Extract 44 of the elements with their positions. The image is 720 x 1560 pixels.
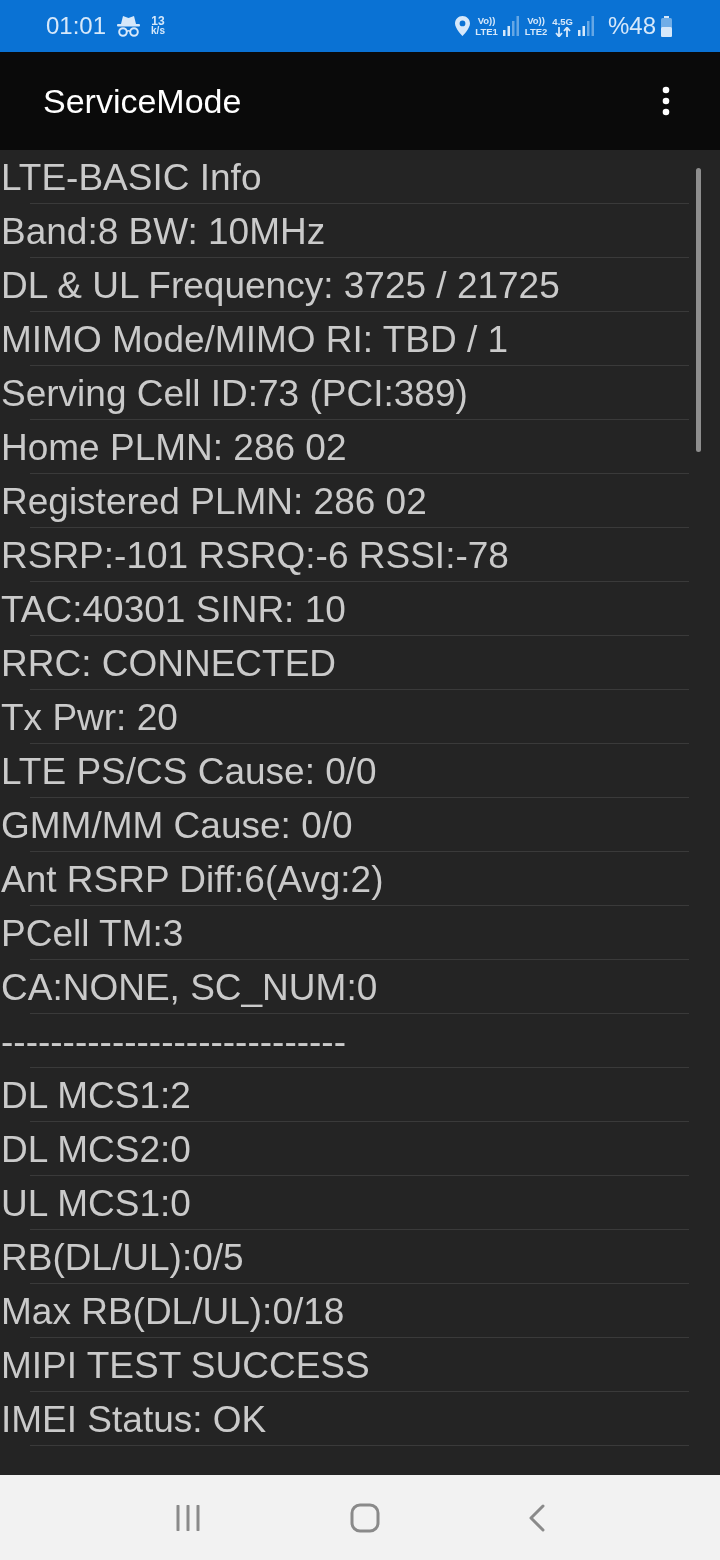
- info-text: ----------------------------: [0, 1020, 346, 1063]
- info-text: IMEI Status: OK: [0, 1398, 267, 1441]
- info-text: MIPI TEST SUCCESS: [0, 1344, 370, 1387]
- volte-text: Vo)): [477, 15, 496, 26]
- home-icon[interactable]: [350, 1502, 380, 1533]
- location-pin-icon: [455, 16, 471, 36]
- volte-text: Vo)): [527, 15, 545, 26]
- app-title: ServiceMode: [43, 81, 242, 121]
- overflow-menu-icon[interactable]: [662, 86, 670, 116]
- recent-apps-icon[interactable]: [174, 1504, 201, 1531]
- sim-label: LTE2: [524, 26, 548, 37]
- info-text: LTE-BASIC Info: [0, 156, 262, 199]
- info-text: Tx Pwr: 20: [0, 696, 178, 739]
- info-text: CA:NONE, SC_NUM:0: [0, 966, 378, 1009]
- signal-icon: [577, 16, 595, 36]
- net-speed-unit: k/s: [151, 26, 165, 36]
- info-text: MIMO Mode/MIMO RI: TBD / 1: [0, 318, 509, 361]
- info-text: UL MCS1:0: [0, 1182, 191, 1225]
- clock-text: 01:01: [46, 12, 107, 40]
- info-text: Ant RSRP Diff:6(Avg:2): [0, 858, 384, 901]
- signal-icon: [502, 16, 520, 36]
- info-text: DL MCS2:0: [0, 1128, 191, 1171]
- battery-percent: %48: [607, 12, 656, 40]
- info-text: TAC:40301 SINR: 10: [0, 588, 346, 631]
- info-text: RRC: CONNECTED: [0, 642, 337, 685]
- info-text: Band:8 BW: 10MHz: [0, 210, 326, 253]
- battery-icon: [661, 15, 672, 37]
- info-text: Serving Cell ID:73 (PCI:389): [0, 372, 468, 415]
- info-text: GMM/MM Cause: 0/0: [0, 804, 353, 847]
- info-text: LTE PS/CS Cause: 0/0: [0, 750, 377, 793]
- sim-label: LTE1: [475, 26, 498, 37]
- info-text: RSRP:-101 RSRQ:-6 RSSI:-78: [0, 534, 509, 577]
- net-speed-value: 13: [151, 16, 165, 26]
- back-icon[interactable]: [529, 1503, 546, 1532]
- network-type-text: 4.5G: [552, 15, 573, 27]
- incognito-icon: [116, 15, 142, 37]
- data-arrows-icon: [554, 26, 571, 37]
- info-text: DL & UL Frequency: 3725 / 21725: [0, 264, 560, 307]
- info-text: PCell TM:3: [0, 912, 184, 955]
- info-text: Registered PLMN: 286 02: [0, 480, 427, 523]
- info-text: Home PLMN: 286 02: [0, 426, 347, 469]
- info-text: DL MCS1:2: [0, 1074, 191, 1117]
- info-text: Max RB(DL/UL):0/18: [0, 1290, 345, 1333]
- info-text: RB(DL/UL):0/5: [0, 1236, 244, 1279]
